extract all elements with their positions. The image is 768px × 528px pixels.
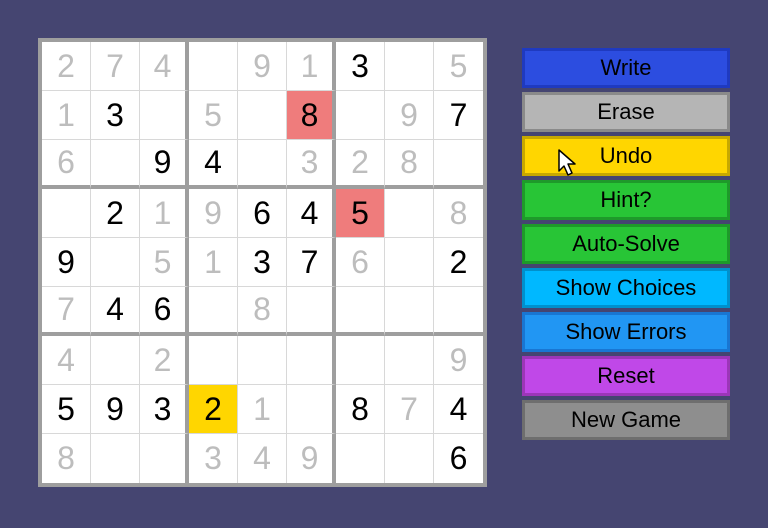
- autosolve-button[interactable]: Auto-Solve: [522, 224, 730, 264]
- cell-r7-c6[interactable]: 8: [336, 385, 385, 434]
- cell-r3-c8[interactable]: 8: [434, 189, 483, 238]
- cell-r4-c7[interactable]: [385, 238, 434, 287]
- cell-r5-c2[interactable]: 6: [140, 287, 189, 336]
- cell-r7-c2[interactable]: 3: [140, 385, 189, 434]
- cell-r1-c8[interactable]: 7: [434, 91, 483, 140]
- cell-r4-c5[interactable]: 7: [287, 238, 336, 287]
- reset-button[interactable]: Reset: [522, 356, 730, 396]
- cell-r5-c3[interactable]: [189, 287, 238, 336]
- cell-r6-c7[interactable]: [385, 336, 434, 385]
- cell-r3-c3[interactable]: 9: [189, 189, 238, 238]
- showchoices-button[interactable]: Show Choices: [522, 268, 730, 308]
- cell-r7-c5[interactable]: [287, 385, 336, 434]
- cell-r1-c1[interactable]: 3: [91, 91, 140, 140]
- cell-r7-c8[interactable]: 4: [434, 385, 483, 434]
- write-button[interactable]: Write: [522, 48, 730, 88]
- cell-r6-c5[interactable]: [287, 336, 336, 385]
- cell-r3-c0[interactable]: [42, 189, 91, 238]
- cell-r7-c1[interactable]: 9: [91, 385, 140, 434]
- cell-r6-c0[interactable]: 4: [42, 336, 91, 385]
- cell-r4-c3[interactable]: 1: [189, 238, 238, 287]
- cell-r0-c1[interactable]: 7: [91, 42, 140, 91]
- sudoku-board-container: 2749135135897694328219645895137627468429…: [38, 38, 487, 487]
- cell-r5-c0[interactable]: 7: [42, 287, 91, 336]
- cell-r6-c8[interactable]: 9: [434, 336, 483, 385]
- cell-r8-c6[interactable]: [336, 434, 385, 483]
- cell-r3-c5[interactable]: 4: [287, 189, 336, 238]
- cell-r6-c2[interactable]: 2: [140, 336, 189, 385]
- erase-button[interactable]: Erase: [522, 92, 730, 132]
- cell-r5-c7[interactable]: [385, 287, 434, 336]
- cell-r5-c4[interactable]: 8: [238, 287, 287, 336]
- cell-r2-c4[interactable]: [238, 140, 287, 189]
- cell-r1-c2[interactable]: [140, 91, 189, 140]
- cell-r5-c6[interactable]: [336, 287, 385, 336]
- cell-r5-c8[interactable]: [434, 287, 483, 336]
- cell-r4-c6[interactable]: 6: [336, 238, 385, 287]
- showerrors-button[interactable]: Show Errors: [522, 312, 730, 352]
- newgame-button[interactable]: New Game: [522, 400, 730, 440]
- cell-r2-c1[interactable]: [91, 140, 140, 189]
- cell-r2-c2[interactable]: 9: [140, 140, 189, 189]
- cell-r8-c8[interactable]: 6: [434, 434, 483, 483]
- cell-r7-c0[interactable]: 5: [42, 385, 91, 434]
- cell-r8-c2[interactable]: [140, 434, 189, 483]
- cell-r5-c1[interactable]: 4: [91, 287, 140, 336]
- cell-r4-c8[interactable]: 2: [434, 238, 483, 287]
- cell-r0-c4[interactable]: 9: [238, 42, 287, 91]
- cell-r0-c0[interactable]: 2: [42, 42, 91, 91]
- cell-r8-c4[interactable]: 4: [238, 434, 287, 483]
- cell-r3-c1[interactable]: 2: [91, 189, 140, 238]
- cell-r8-c0[interactable]: 8: [42, 434, 91, 483]
- cell-r1-c0[interactable]: 1: [42, 91, 91, 140]
- cell-r6-c1[interactable]: [91, 336, 140, 385]
- cell-r0-c8[interactable]: 5: [434, 42, 483, 91]
- cell-r1-c5[interactable]: 8: [287, 91, 336, 140]
- cell-r1-c3[interactable]: 5: [189, 91, 238, 140]
- cell-r6-c6[interactable]: [336, 336, 385, 385]
- cell-r1-c7[interactable]: 9: [385, 91, 434, 140]
- cell-r6-c3[interactable]: [189, 336, 238, 385]
- cell-r1-c6[interactable]: [336, 91, 385, 140]
- cell-r2-c7[interactable]: 8: [385, 140, 434, 189]
- sudoku-board: 2749135135897694328219645895137627468429…: [42, 42, 483, 483]
- cell-r8-c3[interactable]: 3: [189, 434, 238, 483]
- cell-r3-c7[interactable]: [385, 189, 434, 238]
- cell-r3-c4[interactable]: 6: [238, 189, 287, 238]
- cell-r6-c4[interactable]: [238, 336, 287, 385]
- cell-r8-c5[interactable]: 9: [287, 434, 336, 483]
- cell-r8-c7[interactable]: [385, 434, 434, 483]
- cell-r2-c3[interactable]: 4: [189, 140, 238, 189]
- cell-r0-c3[interactable]: [189, 42, 238, 91]
- cell-r7-c3[interactable]: 2: [189, 385, 238, 434]
- cell-r2-c6[interactable]: 2: [336, 140, 385, 189]
- cell-r1-c4[interactable]: [238, 91, 287, 140]
- cell-r8-c1[interactable]: [91, 434, 140, 483]
- cell-r4-c4[interactable]: 3: [238, 238, 287, 287]
- cell-r4-c0[interactable]: 9: [42, 238, 91, 287]
- cell-r7-c4[interactable]: 1: [238, 385, 287, 434]
- cell-r3-c2[interactable]: 1: [140, 189, 189, 238]
- cell-r5-c5[interactable]: [287, 287, 336, 336]
- hint-button[interactable]: Hint?: [522, 180, 730, 220]
- cell-r4-c1[interactable]: [91, 238, 140, 287]
- cell-r7-c7[interactable]: 7: [385, 385, 434, 434]
- cell-r0-c7[interactable]: [385, 42, 434, 91]
- cell-r0-c5[interactable]: 1: [287, 42, 336, 91]
- button-panel: WriteEraseUndoHint?Auto-SolveShow Choice…: [522, 48, 730, 440]
- cell-r4-c2[interactable]: 5: [140, 238, 189, 287]
- cell-r0-c2[interactable]: 4: [140, 42, 189, 91]
- cell-r2-c8[interactable]: [434, 140, 483, 189]
- cell-r2-c5[interactable]: 3: [287, 140, 336, 189]
- undo-button[interactable]: Undo: [522, 136, 730, 176]
- cell-r0-c6[interactable]: 3: [336, 42, 385, 91]
- cell-r2-c0[interactable]: 6: [42, 140, 91, 189]
- cell-r3-c6[interactable]: 5: [336, 189, 385, 238]
